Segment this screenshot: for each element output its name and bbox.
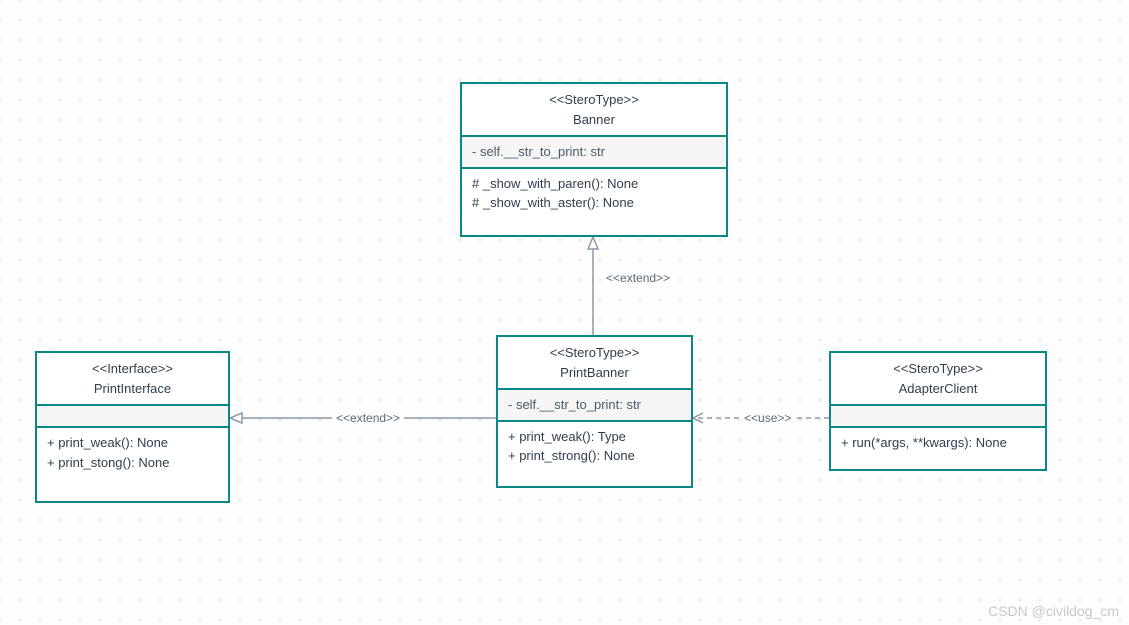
class-printinterface-attributes	[37, 404, 228, 426]
operation: + print_stong(): None	[47, 453, 218, 473]
edge-label-extend-horizontal: <<extend>>	[332, 410, 404, 426]
operation: + print_weak(): Type	[508, 427, 681, 447]
edge-label-extend-vertical: <<extend>>	[602, 270, 674, 286]
class-banner-operations: # _show_with_paren(): None # _show_with_…	[462, 167, 726, 236]
class-name: AdapterClient	[841, 379, 1035, 399]
class-printinterface-operations: + print_weak(): None + print_stong(): No…	[37, 426, 228, 501]
class-printinterface-header: <<Interface>> PrintInterface	[37, 353, 228, 404]
class-adapterclient-operations: + run(*args, **kwargs): None	[831, 426, 1045, 469]
stereotype-label: <<SteroType>>	[472, 90, 716, 110]
edge-label-use: <<use>>	[740, 410, 795, 426]
operation: + run(*args, **kwargs): None	[841, 433, 1035, 453]
class-name: Banner	[472, 110, 716, 130]
class-printbanner-header: <<SteroType>> PrintBanner	[498, 337, 691, 388]
class-adapterclient: <<SteroType>> AdapterClient + run(*args,…	[829, 351, 1047, 471]
stereotype-label: <<Interface>>	[47, 359, 218, 379]
watermark: CSDN @civildog_cm	[988, 603, 1119, 619]
stereotype-label: <<SteroType>>	[508, 343, 681, 363]
operation: + print_weak(): None	[47, 433, 218, 453]
operation: # _show_with_aster(): None	[472, 193, 716, 213]
class-adapterclient-attributes	[831, 404, 1045, 426]
class-printinterface: <<Interface>> PrintInterface + print_wea…	[35, 351, 230, 503]
attribute: - self.__str_to_print: str	[472, 142, 716, 162]
attribute: - self.__str_to_print: str	[508, 395, 681, 415]
class-adapterclient-header: <<SteroType>> AdapterClient	[831, 353, 1045, 404]
operation: # _show_with_paren(): None	[472, 174, 716, 194]
class-printbanner: <<SteroType>> PrintBanner - self.__str_t…	[496, 335, 693, 488]
class-banner: <<SteroType>> Banner - self.__str_to_pri…	[460, 82, 728, 237]
class-name: PrintInterface	[47, 379, 218, 399]
class-printbanner-operations: + print_weak(): Type + print_strong(): N…	[498, 420, 691, 487]
class-name: PrintBanner	[508, 363, 681, 383]
class-banner-attributes: - self.__str_to_print: str	[462, 135, 726, 167]
operation: + print_strong(): None	[508, 446, 681, 466]
class-banner-header: <<SteroType>> Banner	[462, 84, 726, 135]
stereotype-label: <<SteroType>>	[841, 359, 1035, 379]
class-printbanner-attributes: - self.__str_to_print: str	[498, 388, 691, 420]
